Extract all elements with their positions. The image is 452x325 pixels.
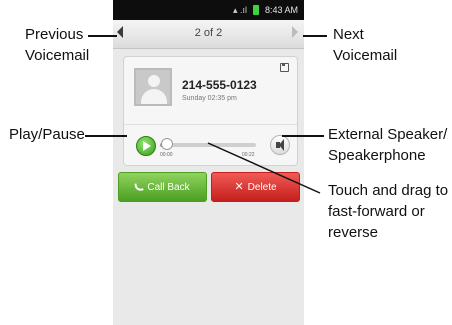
drag-leader-line	[207, 142, 321, 194]
